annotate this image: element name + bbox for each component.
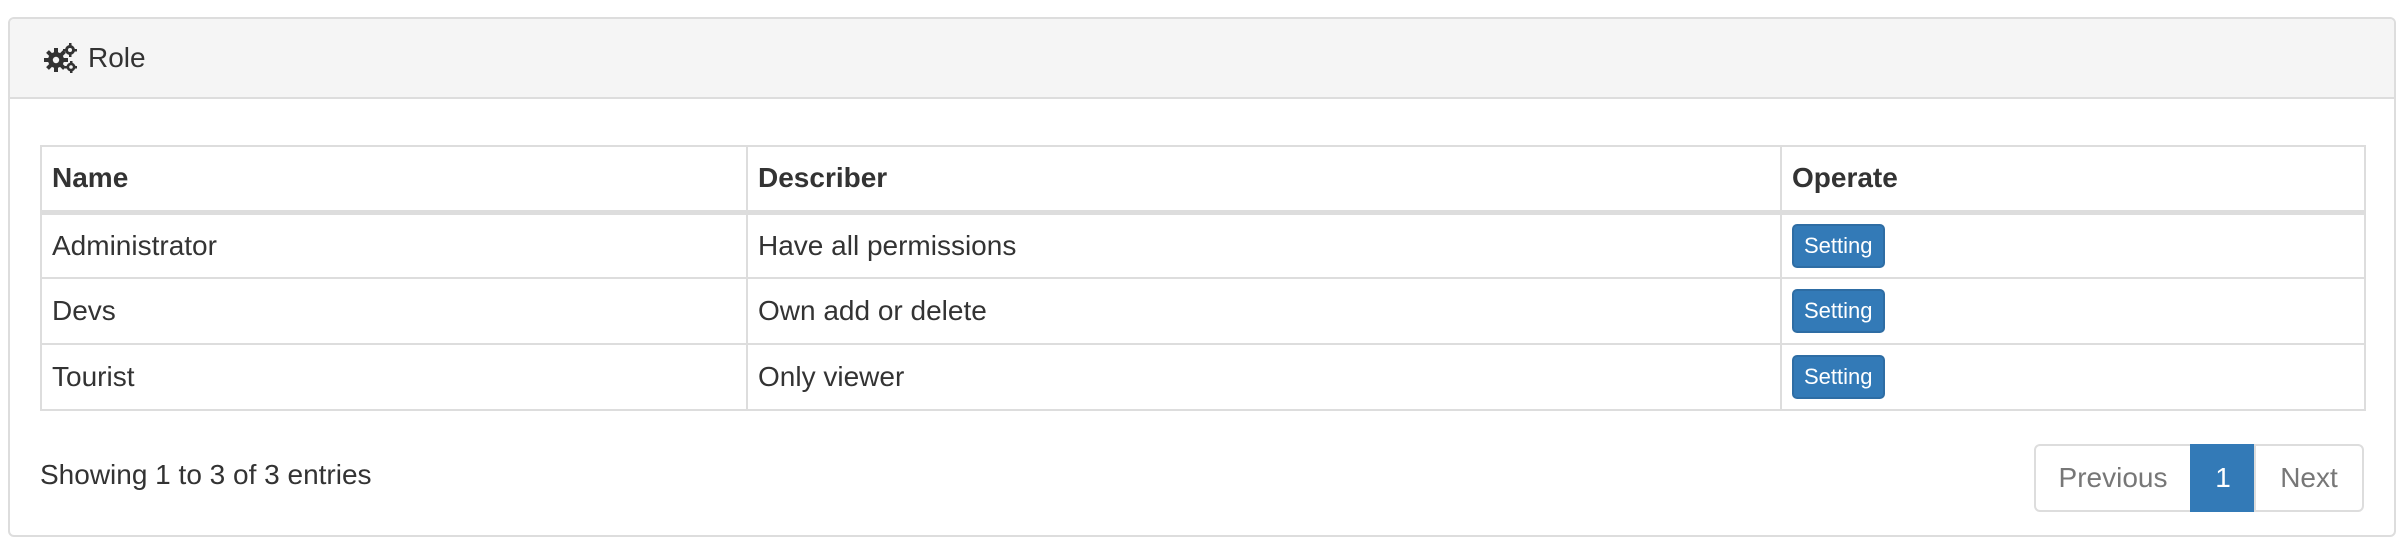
setting-button[interactable]: Setting <box>1792 223 1885 268</box>
pagination: Previous 1 Next <box>2034 444 2364 512</box>
page-1-button[interactable]: 1 <box>2190 444 2256 512</box>
table-header-row: Name Describer Operate <box>40 145 2366 215</box>
table-row: Administrator Have all permissions Setti… <box>40 211 2366 279</box>
role-operate-cell: Setting <box>1780 211 2366 279</box>
role-panel: Role Name Describer Operate Administrato… <box>8 17 2396 537</box>
role-operate-cell: Setting <box>1780 343 2366 411</box>
setting-button[interactable]: Setting <box>1792 355 1885 399</box>
role-describer-cell: Own add or delete <box>746 277 1782 345</box>
roles-table: Name Describer Operate Administrator Hav… <box>40 145 2366 411</box>
role-name-cell: Administrator <box>40 211 748 279</box>
next-page-button[interactable]: Next <box>2254 444 2364 512</box>
role-operate-cell: Setting <box>1780 277 2366 345</box>
previous-page-button[interactable]: Previous <box>2034 444 2192 512</box>
panel-heading: Role <box>10 19 2394 99</box>
role-describer-cell: Have all permissions <box>746 211 1782 279</box>
column-header-describer[interactable]: Describer <box>746 145 1782 215</box>
roles-table-wrapper: Name Describer Operate Administrator Hav… <box>40 145 2366 411</box>
table-row: Tourist Only viewer Setting <box>40 343 2366 411</box>
role-describer-cell: Only viewer <box>746 343 1782 411</box>
role-name-cell: Devs <box>40 277 748 345</box>
column-header-name[interactable]: Name <box>40 145 748 215</box>
table-info: Showing 1 to 3 of 3 entries <box>40 459 372 490</box>
setting-button[interactable]: Setting <box>1792 289 1885 333</box>
gears-icon <box>44 43 78 73</box>
panel-title: Role <box>88 42 146 73</box>
column-header-operate: Operate <box>1780 145 2366 215</box>
role-name-cell: Tourist <box>40 343 748 411</box>
table-row: Devs Own add or delete Setting <box>40 277 2366 345</box>
